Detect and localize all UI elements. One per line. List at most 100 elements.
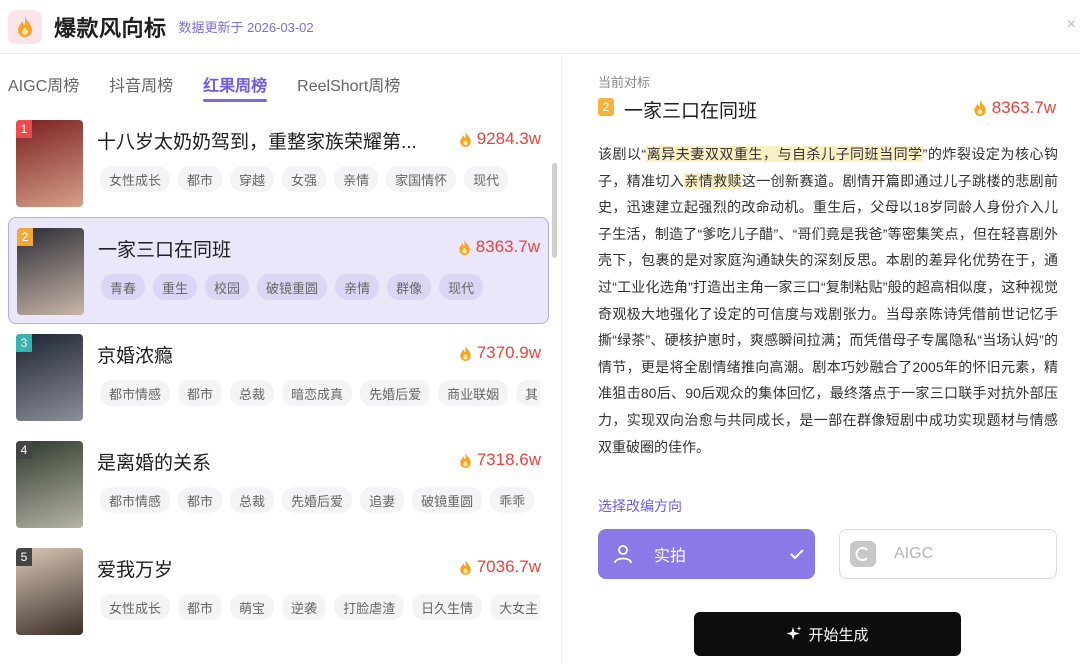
description-text: 这一创新赛道。剧情开篇即通过儿子跳楼的悲剧前史，迅速建立起强烈的改命动机。重生后… (598, 172, 1059, 455)
tag: 现代 (439, 274, 484, 300)
tag: 重生 (153, 274, 198, 300)
tag: 追妻 (360, 487, 405, 513)
tag: 穿越 (230, 166, 275, 192)
tag-list: 女性成长 都市 穿越 女强 亲情 家国情怀 现代 (100, 166, 540, 192)
update-info: 数据更新于 2026-03-02 (178, 20, 314, 35)
heat-value: 9284.3w (476, 129, 541, 148)
tag: 先婚后爱 (282, 487, 353, 513)
current-label: 当前对标 (598, 75, 651, 90)
generate-button[interactable]: 开始生成 (694, 612, 961, 656)
tag: 总裁 (230, 380, 275, 406)
tag: 青春 (101, 274, 146, 300)
option-live-action[interactable]: 实拍 (598, 529, 815, 579)
poster-image: 5 (16, 548, 83, 635)
tag: 商业联姻 (438, 380, 509, 406)
tag-list: 女性成长 都市 萌宝 逆袭 打脸虐渣 日久生情 大女主 (100, 594, 540, 620)
tag: 逆袭 (282, 594, 327, 620)
aigc-icon (850, 541, 876, 567)
list-item[interactable]: 2 一家三口在同班 8363.7w 青春 重生 校园 破镜重圆 亲情 群像 现代 (8, 217, 549, 324)
tab-reelshort[interactable]: ReelShort周榜 (297, 72, 400, 102)
poster-image: 1 (16, 120, 83, 207)
heat-value: 7036.7w (476, 557, 541, 576)
heat: 8363.7w (457, 237, 540, 257)
tag: 总裁 (230, 487, 275, 513)
direction-label: 选择改编方向 (598, 498, 682, 514)
tag: 其 (516, 380, 540, 406)
tag-list: 青春 重生 校园 破镜重圆 亲情 群像 现代 (101, 274, 541, 300)
description-text: 该剧以“ (598, 146, 647, 162)
option-label: AIGC (894, 545, 934, 562)
ranking-tabs: AIGC周榜 抖音周榜 红果周榜 ReelShort周榜 (8, 72, 430, 102)
detail-heat: 8363.7w (972, 98, 1056, 118)
tag: 都市 (178, 166, 223, 192)
item-title: 爱我万岁 (97, 560, 174, 581)
item-title: 十八岁太奶奶驾到，重整家族荣耀第... (97, 132, 417, 153)
heat-value: 7370.9w (476, 343, 541, 362)
tab-aigc[interactable]: AIGC周榜 (8, 72, 79, 102)
tag: 乖乖 (490, 487, 535, 513)
tag: 暗恋成真 (282, 380, 353, 406)
tag: 都市 (178, 380, 223, 406)
tag: 亲情 (334, 166, 379, 192)
flame-icon (459, 452, 471, 468)
tag-list: 都市情感 都市 总裁 先婚后爱 追妻 破镜重圆 乖乖 (100, 487, 540, 513)
tag: 校园 (205, 274, 250, 300)
tag: 萌宝 (230, 594, 275, 620)
detail-title: 一家三口在同班 (624, 101, 758, 122)
tag: 女强 (282, 166, 327, 192)
ranking-list: 1 十八岁太奶奶驾到，重整家族荣耀第... 9284.3w 女性成长 都市 穿越 女强… (8, 110, 549, 645)
tag: 亲情 (335, 274, 380, 300)
check-icon (790, 549, 804, 560)
tag: 大女主 (490, 594, 540, 620)
poster-image: 3 (16, 334, 83, 421)
flame-icon (459, 345, 471, 361)
heat: 7370.9w (458, 343, 541, 363)
rank-badge: 5 (16, 548, 32, 566)
highlight-text: 亲情救赎 (684, 172, 742, 189)
scrollbar[interactable] (552, 163, 557, 258)
tag: 先婚后爱 (360, 380, 431, 406)
tag: 都市情感 (100, 380, 171, 406)
heat-value: 8363.7w (991, 98, 1056, 117)
heat: 7318.6w (458, 450, 541, 470)
generate-label: 开始生成 (808, 626, 869, 644)
heat: 7036.7w (458, 557, 541, 577)
heat-value: 8363.7w (475, 237, 540, 256)
item-title: 是离婚的关系 (97, 453, 212, 474)
close-icon[interactable]: × (1067, 16, 1076, 34)
item-title: 京婚浓瘾 (97, 346, 174, 367)
poster-image: 4 (16, 441, 83, 528)
flame-icon (459, 559, 471, 575)
tag: 破镜重圆 (257, 274, 328, 300)
tag: 都市情感 (100, 487, 171, 513)
ranking-panel: AIGC周榜 抖音周榜 红果周榜 ReelShort周榜 1 十八岁太奶奶驾到，… (0, 55, 562, 664)
tab-hongguo[interactable]: 红果周榜 (203, 72, 268, 102)
list-item[interactable]: 4 是离婚的关系 7318.6w 都市情感 都市 总裁 先婚后爱 追妻 破镜重圆 乖乖 (8, 431, 549, 538)
header: 爆款风向标 数据更新于 2026-03-02 × (0, 0, 1080, 54)
tag: 女性成长 (100, 594, 171, 620)
item-title: 一家三口在同班 (98, 240, 232, 261)
tag: 都市 (178, 487, 223, 513)
rank-badge: 2 (598, 98, 614, 116)
rank-badge: 4 (16, 441, 32, 459)
tag-list: 都市情感 都市 总裁 暗恋成真 先婚后爱 商业联姻其 (100, 380, 540, 406)
tag: 破镜重圆 (412, 487, 483, 513)
option-aigc[interactable]: AIGC (839, 529, 1057, 579)
app-title: 爆款风向标 (54, 15, 167, 41)
poster-image: 2 (17, 228, 84, 315)
sparkle-icon (786, 626, 802, 640)
list-item[interactable]: 1 十八岁太奶奶驾到，重整家族荣耀第... 9284.3w 女性成长 都市 穿越 女强… (8, 110, 549, 217)
tag: 都市 (178, 594, 223, 620)
flame-icon (459, 131, 471, 147)
heat: 9284.3w (458, 129, 541, 149)
tag: 现代 (464, 166, 509, 192)
tab-douyin[interactable]: 抖音周榜 (109, 72, 173, 102)
rank-badge: 2 (17, 228, 33, 246)
flame-icon (8, 9, 42, 44)
tag: 家国情怀 (386, 166, 457, 192)
list-item[interactable]: 5 爱我万岁 7036.7w 女性成长 都市 萌宝 逆袭 打脸虐渣 日久生情 大女主 (8, 538, 549, 645)
tag: 群像 (387, 274, 432, 300)
tag: 女性成长 (100, 166, 171, 192)
detail-panel: 当前对标 2 一家三口在同班 8363.7w 该剧以“离异夫妻双双重生，与自杀儿… (563, 55, 1080, 664)
list-item[interactable]: 3 京婚浓瘾 7370.9w 都市情感 都市 总裁 暗恋成真 先婚后爱 商业联姻其 (8, 324, 549, 431)
